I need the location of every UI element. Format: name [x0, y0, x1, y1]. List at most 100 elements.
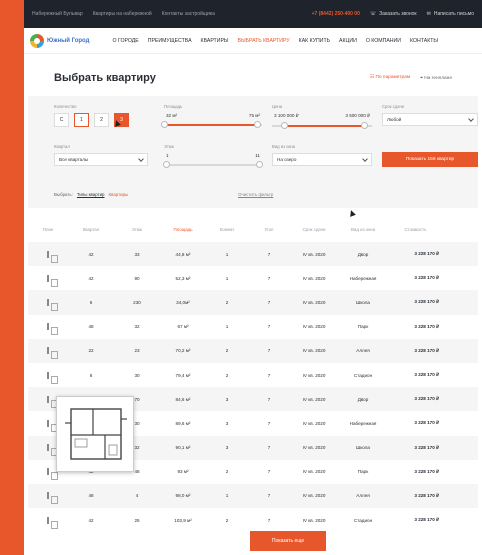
table-cell: Аллея — [356, 493, 370, 499]
table-cell: 7 — [267, 324, 271, 330]
table-cell: 2 — [225, 299, 229, 305]
floor-plan-icon[interactable] — [47, 395, 49, 403]
table-row[interactable]: 42 33 44,8 м² 1 7 IV кв. 2020 Двор 3 228 170 ₽ — [28, 242, 478, 267]
floor-slider-track[interactable] — [163, 161, 263, 168]
phone-number[interactable]: +7 (8442) 250-400 00 — [312, 11, 360, 17]
plan-cell[interactable] — [28, 323, 68, 331]
topbar-link-2[interactable]: Квартиры на набережной — [93, 11, 152, 17]
column-header[interactable]: Угол — [248, 227, 290, 232]
price-slider-track[interactable] — [272, 122, 372, 129]
floor-plan-icon[interactable] — [47, 468, 49, 476]
quarter-value: Все кварталы — [59, 157, 89, 162]
room-1-button[interactable]: 1 — [74, 113, 89, 127]
price-min[interactable]: 3 100 000 ₽ — [274, 113, 299, 119]
table-cell: 93 м² — [177, 469, 189, 475]
table-row[interactable]: 42 90 52,3 м² 1 7 IV кв. 2020 Набережная 3 228 … — [28, 266, 478, 290]
nav-item-company[interactable]: О КОМПАНИИ — [366, 38, 401, 44]
plan-preview-popover — [56, 396, 134, 472]
chosen-chip-types[interactable]: Типы квартир — [77, 192, 105, 197]
reset-filter-link[interactable]: Очистить фильтр — [238, 192, 273, 197]
floor-plan-icon[interactable] — [47, 250, 49, 258]
table-row[interactable]: 48 4 98,0 м² 1 7 IV кв. 2020 Аллея 3 228 170 ₽ — [28, 483, 478, 509]
floor-plan-icon[interactable] — [47, 298, 49, 306]
quarter-select[interactable]: Все кварталы — [54, 153, 148, 166]
plan-cell[interactable] — [28, 516, 68, 524]
view-plan-link[interactable]: ⌖ На генплане — [420, 75, 452, 81]
column-header[interactable]: Срок сдачи — [290, 227, 338, 232]
table-cell: 42 — [88, 251, 94, 257]
plan-cell[interactable] — [28, 371, 68, 379]
floor-plan-icon[interactable] — [47, 323, 49, 331]
price-slider-max-handle[interactable] — [361, 122, 368, 129]
floor-plan-icon[interactable] — [47, 347, 49, 355]
table-row[interactable]: 6 230 34,0м² 2 7 IV кв. 2020 Школа 3 228 170 ₽ — [28, 290, 478, 315]
column-header[interactable]: Площадь — [160, 227, 206, 232]
plan-cell[interactable] — [28, 250, 68, 258]
chosen-chip-apartments[interactable]: Квартиры — [109, 192, 129, 197]
column-header[interactable]: Комнат — [206, 227, 248, 232]
plan-cell[interactable] — [28, 298, 68, 306]
column-header[interactable]: Стоимость — [388, 227, 443, 232]
price-max[interactable]: 3 500 000 ₽ — [345, 113, 370, 119]
table-row[interactable]: 6 30 79,4 м² 2 7 IV кв. 2020 Стадион 3 228 170 … — [28, 363, 478, 387]
floor-max[interactable]: 11 — [255, 153, 260, 158]
nav-item-advantages[interactable]: ПРЕИМУЩЕСТВА — [148, 38, 192, 44]
plan-cell[interactable] — [28, 347, 68, 355]
floor-slider-min-handle[interactable] — [163, 161, 170, 168]
table-cell: 3 228 170 ₽ — [414, 251, 439, 257]
nav-item-choose[interactable]: ВЫБРАТЬ КВАРТИРУ — [238, 38, 290, 44]
nav-item-about[interactable]: О ГОРОДЕ — [112, 38, 138, 44]
callback-link[interactable]: ☏ Заказать звонок — [370, 11, 417, 17]
floor-plan-icon[interactable] — [47, 371, 49, 379]
column-header[interactable]: План — [28, 227, 68, 232]
floor-plan-icon[interactable] — [47, 492, 49, 500]
table-cell: 3 228 170 ₽ — [414, 468, 439, 474]
table-row[interactable]: 48 32 67 м² 1 7 IV кв. 2020 Парк 3 228 170 ₽ — [28, 315, 478, 339]
nav-item-promo[interactable]: АКЦИИ — [339, 38, 357, 44]
topbar-link-3[interactable]: Контакты застройщика — [162, 11, 215, 17]
view-label: Вид из окна — [272, 144, 295, 149]
logo[interactable]: Южный Город — [30, 33, 89, 48]
area-max[interactable]: 75 м² — [249, 113, 260, 118]
table-cell: 1 — [225, 493, 229, 499]
floor-plan-icon[interactable] — [47, 419, 49, 427]
show-apartments-button[interactable]: Показать 156 квартир — [382, 152, 478, 167]
nav-item-how-to-buy[interactable]: КАК КУПИТЬ — [299, 38, 330, 44]
view-select[interactable]: На озеро — [272, 153, 372, 166]
table-row[interactable]: 42 25 103,9 м² 2 7 IV кв. 2020 Стадион 3 228 17… — [28, 508, 478, 532]
view-params-label: По параметрам — [375, 75, 411, 80]
plan-cell[interactable] — [28, 492, 68, 500]
nav-item-apartments[interactable]: КВАРТИРЫ — [201, 38, 229, 44]
table-cell: 103,9 м² — [174, 517, 192, 523]
topbar-link-1[interactable]: Набережный Бульвар — [32, 11, 83, 17]
deadline-select[interactable]: Любой — [382, 113, 478, 126]
floor-plan-icon[interactable] — [47, 444, 49, 452]
table-cell: 32 — [134, 324, 140, 330]
area-slider-track[interactable] — [161, 121, 262, 128]
room-2-button[interactable]: 2 — [94, 113, 109, 127]
show-more-button[interactable]: Показать еще — [250, 531, 326, 551]
area-min[interactable]: 32 м² — [166, 113, 177, 118]
table-cell: 42 — [88, 275, 94, 281]
column-header[interactable]: Квартал — [68, 227, 114, 232]
area-slider-min-handle[interactable] — [161, 121, 168, 128]
message-link[interactable]: ✉ Написать письмо — [427, 11, 474, 17]
column-header[interactable]: Вид из окна — [338, 227, 388, 232]
chevron-down-icon — [362, 155, 368, 162]
table-cell: IV кв. 2020 — [302, 445, 326, 451]
view-params-link[interactable]: ☷ По параметрам — [370, 75, 410, 81]
plan-cell[interactable] — [28, 274, 68, 282]
floor-plan-icon[interactable] — [47, 274, 49, 282]
floor-min[interactable]: 1 — [166, 153, 169, 158]
column-header[interactable]: Этаж — [114, 227, 160, 232]
room-studio-button[interactable]: С — [54, 113, 69, 127]
floor-plan-icon[interactable] — [47, 516, 49, 524]
table-cell: 7 — [267, 372, 271, 378]
area-slider-max-handle[interactable] — [254, 121, 262, 128]
nav-item-contacts[interactable]: КОНТАКТЫ — [410, 38, 438, 44]
chevron-down-icon — [468, 115, 474, 122]
table-cell: 2 — [225, 517, 229, 523]
price-slider-min-handle[interactable] — [281, 122, 288, 129]
floor-slider-max-handle[interactable] — [256, 161, 263, 168]
table-row[interactable]: 22 23 70,2 м² 2 7 IV кв. 2020 Аллея 3 228 170 ₽ — [28, 338, 478, 363]
